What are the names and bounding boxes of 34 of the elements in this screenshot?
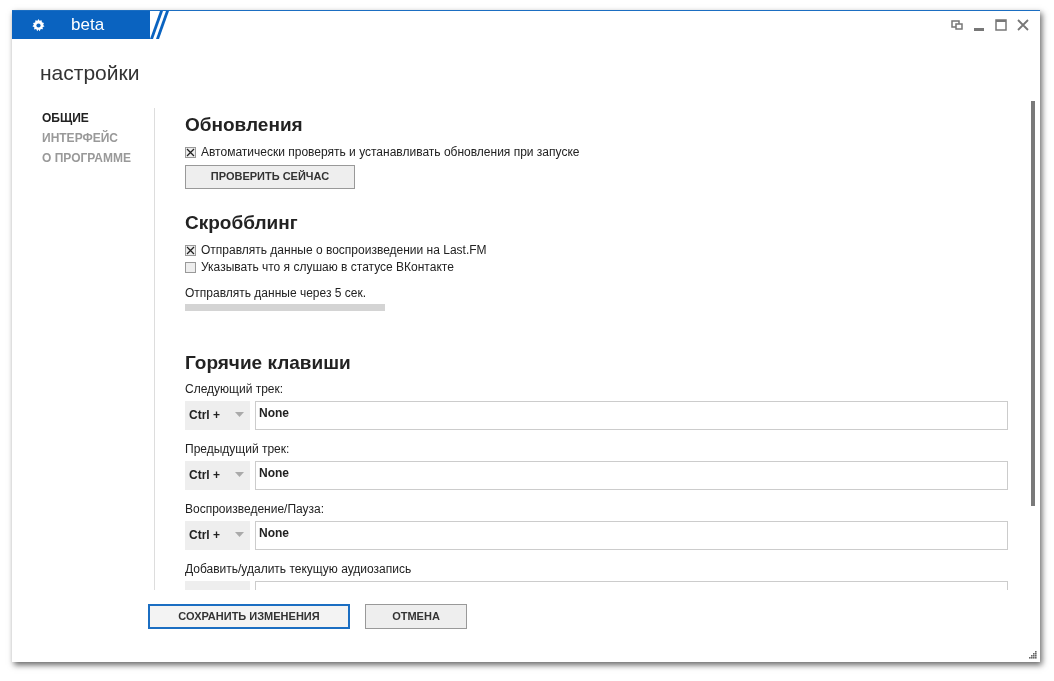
slider-track[interactable] bbox=[185, 303, 385, 311]
section-heading: Горячие клавиши bbox=[185, 350, 352, 374]
sidebar-item[interactable]: ОБЩИЕ bbox=[42, 107, 89, 128]
caret-icon bbox=[235, 532, 244, 538]
checkbox-label: Указывать что я слушаю в статусе ВКонтакте bbox=[201, 258, 454, 276]
modifier-dropdown[interactable]: Ctrl + bbox=[185, 520, 250, 550]
section-heading: Обновления bbox=[185, 112, 304, 136]
check-now-button[interactable]: ПРОВЕРИТЬ СЕЙЧАС bbox=[185, 164, 355, 189]
checkbox-label: Автоматически проверять и устанавливать обновления при запуске bbox=[201, 143, 580, 161]
checkbox-label: Отправлять данные о воспроизведении на Last.FM bbox=[201, 241, 487, 259]
window-title: beta bbox=[71, 14, 105, 37]
resize-grip-icon[interactable] bbox=[1027, 649, 1037, 659]
cancel-button[interactable]: ОТМЕНА bbox=[365, 603, 467, 629]
hotkey-field[interactable]: None bbox=[255, 460, 1008, 490]
modifier-dropdown[interactable]: Ctrl + bbox=[185, 460, 250, 490]
save-button[interactable]: СОХРАНИТЬ ИЗМЕНЕНИЯ bbox=[148, 603, 350, 629]
caret-icon bbox=[235, 472, 244, 478]
modifier-dropdown[interactable]: Ctrl + bbox=[185, 400, 250, 430]
hotkey-label: Предыдущий трек: bbox=[185, 441, 291, 456]
settings-icon[interactable] bbox=[32, 18, 45, 32]
page-title: настройки bbox=[40, 60, 141, 86]
hotkey-label: Воспроизведение/Пауза: bbox=[185, 501, 326, 516]
hotkey-label: Следующий трек: bbox=[185, 381, 285, 396]
section-heading: Скробблинг bbox=[185, 210, 299, 234]
hotkey-field[interactable]: None bbox=[255, 400, 1008, 430]
hotkey-label: Добавить/удалить текущую аудиозапись bbox=[185, 561, 413, 576]
checkbox[interactable] bbox=[185, 146, 196, 158]
maximize-icon[interactable] bbox=[992, 16, 1010, 34]
checkbox[interactable] bbox=[185, 244, 196, 256]
caret-icon bbox=[235, 412, 244, 418]
slider-label: Отправлять данные через 5 сек. bbox=[185, 285, 368, 300]
hotkey-field[interactable]: None bbox=[255, 520, 1008, 550]
checkbox[interactable] bbox=[185, 261, 196, 273]
scrollbar[interactable] bbox=[1031, 101, 1035, 506]
